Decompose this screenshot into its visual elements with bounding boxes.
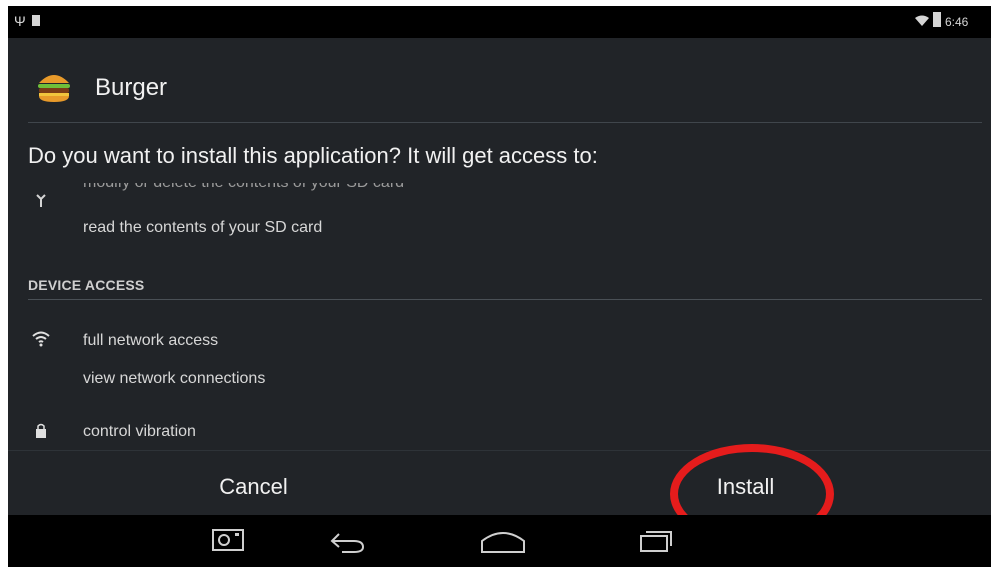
device-access-header: DEVICE ACCESS (28, 277, 145, 293)
permission-list[interactable]: modify or delete the contents of your SD… (8, 183, 991, 447)
header-divider (28, 122, 982, 123)
navigation-bar (8, 515, 991, 567)
permission-vibration: control vibration (83, 423, 196, 440)
back-icon[interactable] (330, 527, 366, 555)
sd-storage-icon (36, 194, 46, 207)
recents-icon[interactable] (638, 527, 674, 555)
screenshot-icon[interactable] (211, 527, 245, 553)
install-screen: Ψ 6:46 Burger Do you want to install thi… (8, 6, 991, 567)
network-icon (32, 331, 50, 347)
button-bar-divider (8, 450, 991, 451)
wifi-signal-icon (915, 15, 929, 26)
home-icon[interactable] (480, 527, 526, 555)
permission-storage-modify: modify or delete the contents of your SD… (83, 183, 404, 192)
battery-icon (933, 12, 941, 27)
app-name: Burger (95, 74, 168, 101)
cancel-button[interactable]: Cancel (8, 452, 499, 514)
status-time: 6:46 (945, 15, 969, 29)
install-prompt: Do you want to install this application?… (28, 143, 598, 168)
sd-card-icon (32, 15, 40, 26)
usb-icon: Ψ (14, 13, 26, 29)
status-bar: Ψ 6:46 (8, 6, 991, 38)
permission-network-view: view network connections (83, 370, 266, 387)
burger-icon (38, 75, 70, 102)
app-header: Burger (8, 38, 991, 124)
lock-icon (36, 423, 46, 438)
section-divider (28, 299, 982, 300)
permission-storage-read: read the contents of your SD card (83, 219, 323, 236)
permission-network-full: full network access (83, 332, 219, 349)
